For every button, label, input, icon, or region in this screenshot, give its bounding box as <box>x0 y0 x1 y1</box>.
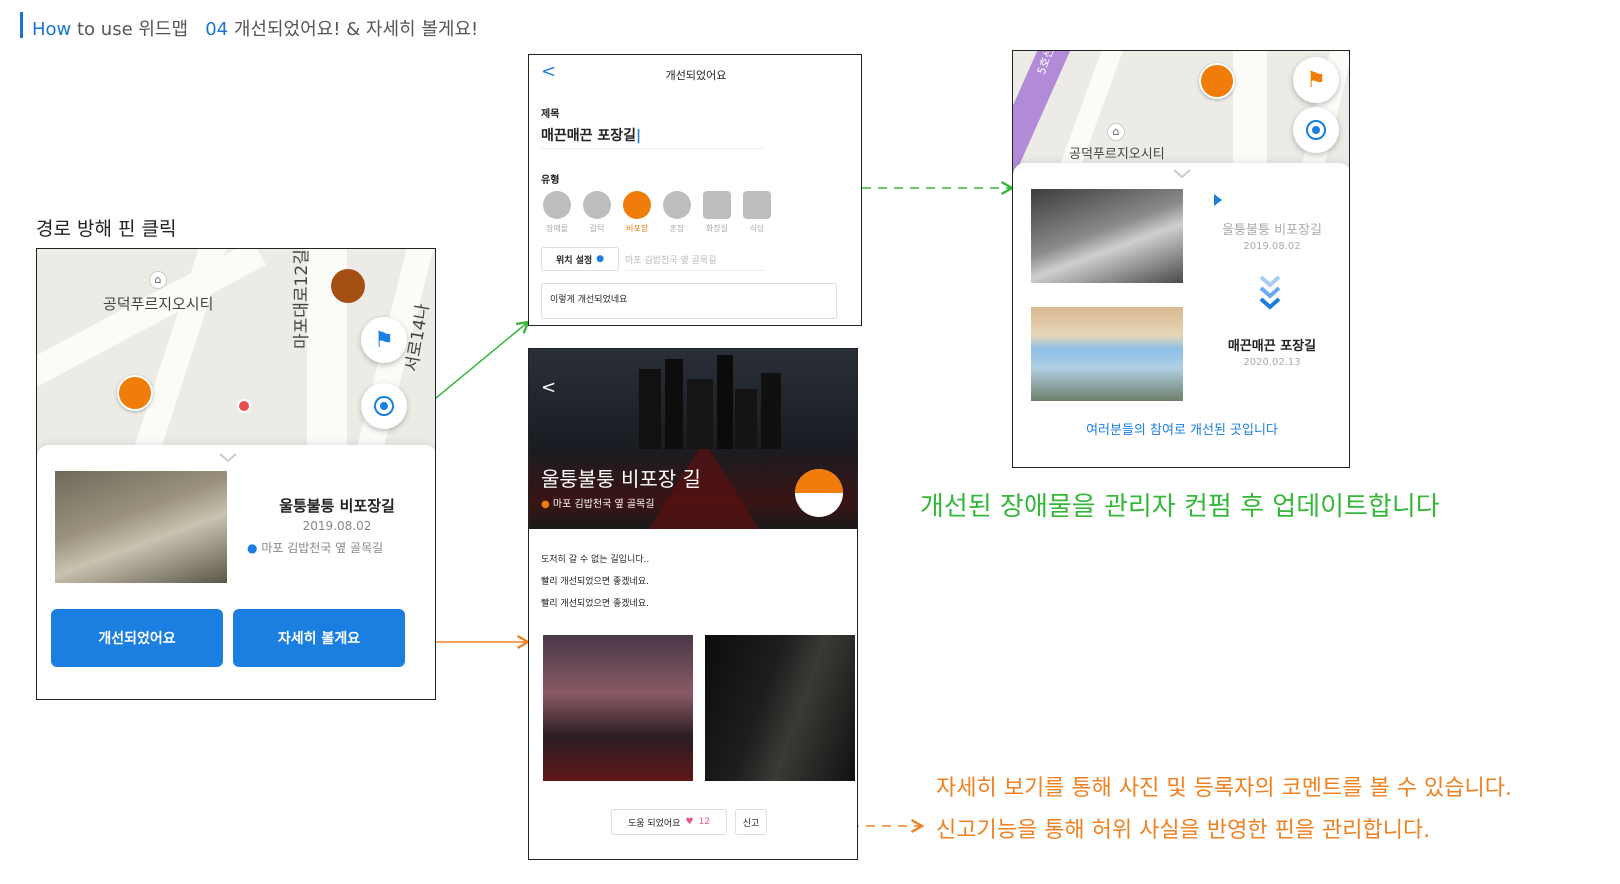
location-pin-icon: ● <box>247 541 258 555</box>
detail-location-text: 마포 김밥천국 옆 골목길 <box>552 499 655 510</box>
result-report-pin-button[interactable]: ⚑ <box>1293 57 1339 103</box>
card-title: 울퉁불퉁 비포장길 <box>279 497 395 515</box>
improved-button[interactable]: 개선되었어요 <box>51 609 223 667</box>
type-label-1: 갈턱 <box>589 224 605 233</box>
location-pin-icon: ● <box>541 499 550 510</box>
title-label: 제목 <box>541 109 560 120</box>
helpful-label: 도움 되었어요 <box>627 818 681 829</box>
type-slope-icon[interactable] <box>583 191 611 219</box>
location-input[interactable]: 마포 김밥천국 옆 골목길 <box>625 253 765 271</box>
obstacle-pin-icon[interactable] <box>117 375 153 411</box>
detail-back-button[interactable]: < <box>541 377 556 398</box>
chevron-down-icon[interactable] <box>1173 169 1191 179</box>
left-caption: 경로 방해 핀 클릭 <box>36 218 177 240</box>
report-pin-button[interactable]: ⚑ <box>361 317 407 363</box>
green-note: 개선된 장애물을 관리자 컨펌 후 업데이트합니다 <box>920 492 1440 522</box>
before-date: 2019.08.02 <box>1243 241 1301 252</box>
type-label-2: 비포장 <box>625 224 649 233</box>
detail-photo-2[interactable] <box>705 635 855 781</box>
pin-add-icon: ⚑ <box>374 327 394 353</box>
comment-line-3: 빨리 개선되었으면 좋겠네요. <box>541 599 649 609</box>
comment-line-2: 빨리 개선되었으면 좋겠네요. <box>541 577 649 587</box>
result-map-place-label: 공덕푸르지오시티 <box>1069 147 1165 162</box>
unpaved-pin-icon[interactable] <box>331 269 365 303</box>
location-set-button[interactable]: 위치 설정 ● <box>541 247 619 271</box>
detail-photo-1[interactable] <box>543 635 693 781</box>
type-obstacle-icon[interactable] <box>543 191 571 219</box>
after-date: 2020.02.13 <box>1243 357 1301 368</box>
current-location-icon <box>237 399 251 413</box>
before-photo <box>55 471 227 583</box>
title-input[interactable]: 매끈매끈 포장길| <box>541 125 763 149</box>
type-label-5: 식당 <box>749 224 765 233</box>
detail-title: 울퉁불퉁 비포장 길 <box>541 467 701 491</box>
comment-line-1: 도저히 갈 수 없는 길입니다.. <box>541 555 650 565</box>
result-footer: 여러분들의 참여로 개선된 곳입니다 <box>1086 423 1278 438</box>
left-phone-screen: ⌂ 공덕푸르지오시티 마포대로12길 서로14나 ⚑ 울퉁불퉁 비포장길 201… <box>36 248 436 700</box>
location-set-label: 위치 설정 <box>555 255 593 266</box>
card-location: ● 마포 김밥천국 옆 골목길 <box>247 539 435 556</box>
type-label: 유형 <box>541 175 560 186</box>
card-date: 2019.08.02 <box>302 519 372 533</box>
card-location-text: 마포 김밥천국 옆 골목길 <box>261 541 384 555</box>
improved-form-screen: < 개선되었어요 제목 매끈매끈 포장길| 유형 장애물 갈턱 비포장 혼잡 화… <box>528 54 862 326</box>
target-icon <box>1306 120 1326 140</box>
title-input-value: 매끈매끈 포장길 <box>541 128 637 144</box>
report-button[interactable]: 신고 <box>735 809 767 835</box>
detail-comment: 도저히 갈 수 없는 길입니다.. 빨리 개선되었으면 좋겠네요. 빨리 개선되… <box>541 549 649 615</box>
home-icon: ⌂ <box>149 271 167 289</box>
home-icon: ⌂ <box>1107 123 1125 141</box>
result-before-photo <box>1031 189 1183 283</box>
double-chevron-down-icon <box>1259 275 1281 310</box>
after-title: 매끈매끈 포장길 <box>1227 339 1317 354</box>
locate-button[interactable] <box>361 383 407 429</box>
detail-button[interactable]: 자세히 볼게요 <box>233 609 405 667</box>
type-label-4: 화장실 <box>705 224 729 233</box>
helpful-button[interactable]: 도움 되었어요 ♥ 12 <box>611 809 727 835</box>
orange-note-2: 신고기능을 통해 허위 사실을 반영한 핀을 관리합니다. <box>936 818 1431 843</box>
map-street-label: 마포대로12길 <box>292 249 312 349</box>
detail-screen: < 울퉁불퉁 비포장 길 ● 마포 김밥천국 옆 골목길 도저히 갈 수 없는 … <box>528 348 858 860</box>
before-title: 울퉁불퉁 비포장길 <box>1222 223 1322 238</box>
form-title: 개선되었어요 <box>665 69 727 82</box>
result-map[interactable]: 5호선 ⌂ 공덕푸르지오시티 ⚑ <box>1013 51 1349 181</box>
orange-note-1: 자세히 보기를 통해 사진 및 등록자의 코멘트를 볼 수 있습니다. <box>936 776 1512 801</box>
type-unpaved-icon[interactable] <box>623 191 651 219</box>
type-label-0: 장애물 <box>545 224 569 233</box>
result-after-photo <box>1031 307 1183 401</box>
result-pin-icon[interactable] <box>1199 63 1235 99</box>
unpaved-type-icon <box>795 469 843 517</box>
type-toilet-icon[interactable] <box>703 191 731 219</box>
result-locate-button[interactable] <box>1293 107 1339 153</box>
map-place-label: 공덕푸르지오시티 <box>103 295 214 313</box>
play-icon <box>1214 194 1222 206</box>
left-map[interactable]: ⌂ 공덕푸르지오시티 마포대로12길 서로14나 ⚑ <box>37 249 435 469</box>
heart-icon: ♥ <box>685 817 694 827</box>
chevron-down-icon[interactable] <box>219 453 237 463</box>
type-label-3: 혼잡 <box>669 224 685 233</box>
detail-location: ● 마포 김밥천국 옆 골목길 <box>541 495 654 510</box>
pin-add-icon: ⚑ <box>1306 67 1326 93</box>
type-restaurant-icon[interactable] <box>743 191 771 219</box>
result-screen: 5호선 ⌂ 공덕푸르지오시티 ⚑ 울퉁불퉁 비포장길 2019.08.02 매끈… <box>1012 50 1350 468</box>
result-bottom-sheet: 울퉁불퉁 비포장길 2019.08.02 매끈매끈 포장길 2020.02.13… <box>1013 163 1349 467</box>
heart-count: 12 <box>698 817 711 827</box>
comment-textarea[interactable]: 이렇게 개선되었네요 <box>541 283 837 319</box>
type-crowd-icon[interactable] <box>663 191 691 219</box>
target-icon <box>374 396 394 416</box>
left-bottom-sheet: 울퉁불퉁 비포장길 2019.08.02 ● 마포 김밥천국 옆 골목길 개선되… <box>37 445 435 699</box>
location-pin-icon: ● <box>596 254 605 264</box>
